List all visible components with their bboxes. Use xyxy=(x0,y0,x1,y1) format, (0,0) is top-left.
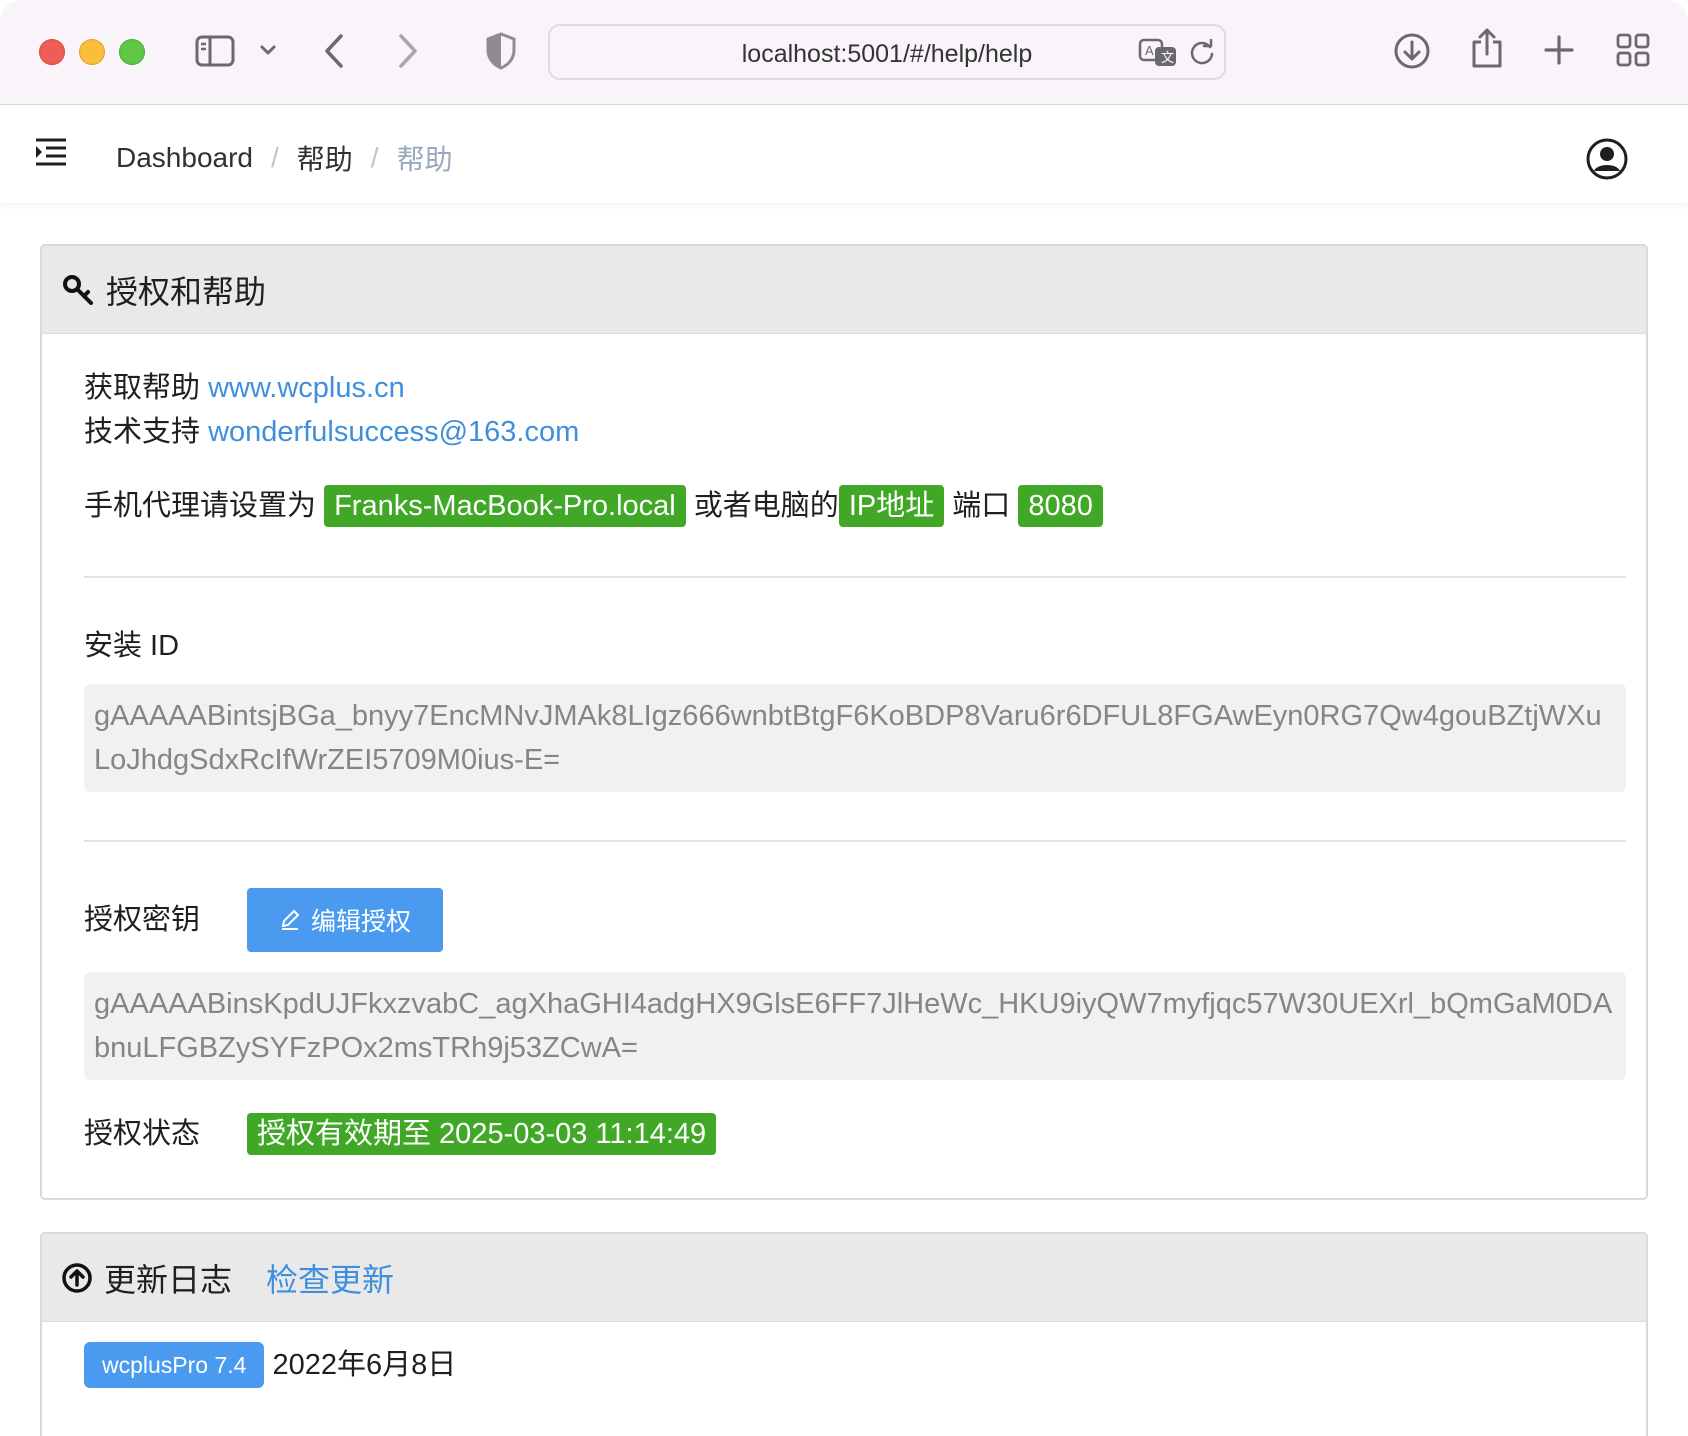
download-icon[interactable] xyxy=(1393,32,1431,70)
tab-overview-icon[interactable] xyxy=(1616,33,1650,67)
key-icon xyxy=(62,274,94,306)
translate-icon[interactable]: A文 xyxy=(1138,38,1178,68)
version-row: wcplusPro 7.4 2022年6月8日 xyxy=(84,1342,1626,1388)
auth-panel-title: 授权和帮助 xyxy=(106,273,267,310)
support-row: 技术支持 wonderfulsuccess@163.com xyxy=(84,410,1626,454)
version-date: 2022年6月8日 xyxy=(272,1349,457,1381)
app-navbar: Dashboard / 帮助 / 帮助 xyxy=(0,105,1688,203)
breadcrumb-help-current: 帮助 xyxy=(396,144,453,175)
zoom-window-button[interactable] xyxy=(119,39,145,65)
auth-help-panel: 授权和帮助 获取帮助 www.wcplus.cn 技术支持 wonderfuls… xyxy=(40,244,1648,1200)
new-tab-plus-icon[interactable] xyxy=(1543,34,1575,66)
edit-license-button[interactable]: 编辑授权 xyxy=(247,888,443,952)
sidebar-collapse-icon[interactable] xyxy=(34,137,68,172)
auth-panel-header: 授权和帮助 xyxy=(42,246,1646,334)
update-log-panel: 更新日志 检查更新 wcplusPro 7.4 2022年6月8日 xyxy=(40,1232,1648,1436)
proxy-or-text: 或者电脑的 xyxy=(693,490,839,522)
update-panel-title: 更新日志 xyxy=(104,1261,233,1298)
section-divider xyxy=(84,576,1626,578)
svg-text:A: A xyxy=(1145,43,1154,58)
url-text: localhost:5001/#/help/help xyxy=(741,40,1033,68)
update-panel-body: wcplusPro 7.4 2022年6月8日 xyxy=(42,1342,1646,1388)
version-tag: wcplusPro 7.4 xyxy=(84,1342,265,1388)
license-key-label: 授权密钥 xyxy=(84,904,201,936)
breadcrumb-separator: / xyxy=(370,142,379,173)
support-label: 技术支持 xyxy=(84,416,201,448)
svg-text:文: 文 xyxy=(1161,50,1174,65)
help-label: 获取帮助 xyxy=(84,372,201,404)
close-window-button[interactable] xyxy=(39,39,65,65)
breadcrumb-separator: / xyxy=(270,142,279,173)
install-id-value: gAAAAABintsjBGa_bnyy7EncMNvJMAk8LIgz666w… xyxy=(84,684,1626,792)
license-key-value: gAAAAABinsKpdUJFkxzvabC_agXhaGHI4adgHX9G… xyxy=(84,972,1626,1080)
user-avatar-icon[interactable] xyxy=(1586,138,1628,185)
proxy-host-tag: Franks-MacBook-Pro.local xyxy=(324,485,686,527)
share-icon[interactable] xyxy=(1470,27,1504,69)
browser-toolbar: localhost:5001/#/help/help A文 xyxy=(0,0,1688,105)
minimize-window-button[interactable] xyxy=(79,39,105,65)
sidebar-toggle-icon[interactable] xyxy=(195,34,235,68)
install-id-label: 安装 ID xyxy=(84,630,180,662)
help-row: 获取帮助 www.wcplus.cn xyxy=(84,366,1626,410)
proxy-ip-tag: IP地址 xyxy=(838,485,945,527)
edit-license-label: 编辑授权 xyxy=(310,908,411,936)
proxy-prefix-text: 手机代理请设置为 xyxy=(84,490,317,522)
support-email-link[interactable]: wonderfulsuccess@163.com xyxy=(208,416,579,448)
check-update-link[interactable]: 检查更新 xyxy=(266,1255,394,1301)
proxy-row: 手机代理请设置为 Franks-MacBook-Pro.local 或者电脑的 I… xyxy=(84,484,1626,528)
privacy-shield-icon[interactable] xyxy=(485,31,517,71)
address-bar[interactable]: localhost:5001/#/help/help A文 xyxy=(548,24,1226,80)
breadcrumb: Dashboard / 帮助 / 帮助 xyxy=(116,138,453,178)
breadcrumb-dashboard[interactable]: Dashboard xyxy=(116,142,253,174)
section-divider xyxy=(84,840,1626,842)
license-status-badge: 授权有效期至 2025-03-03 11:14:49 xyxy=(247,1113,717,1155)
license-status-row: 授权状态 授权有效期至 2025-03-03 11:14:49 xyxy=(84,1112,1626,1156)
auth-panel-body: 获取帮助 www.wcplus.cn 技术支持 wonderfulsuccess… xyxy=(42,366,1646,1156)
license-key-row: 授权密钥 编辑授权 xyxy=(84,888,1626,952)
edit-pencil-icon xyxy=(279,909,301,931)
chevron-down-icon[interactable] xyxy=(258,40,278,60)
update-panel-header: 更新日志 检查更新 xyxy=(42,1234,1646,1322)
back-arrow-icon[interactable] xyxy=(322,33,348,69)
breadcrumb-help-section[interactable]: 帮助 xyxy=(297,138,353,178)
proxy-port-tag: 8080 xyxy=(1018,485,1103,527)
help-website-link[interactable]: www.wcplus.cn xyxy=(208,372,405,404)
upload-circle-icon xyxy=(62,1262,92,1293)
forward-arrow-icon[interactable] xyxy=(394,33,420,69)
reload-icon[interactable] xyxy=(1188,39,1216,67)
license-status-label: 授权状态 xyxy=(84,1118,201,1150)
proxy-port-label: 端口 xyxy=(952,490,1011,522)
browser-window: localhost:5001/#/help/help A文 Dashboard xyxy=(0,0,1688,1436)
